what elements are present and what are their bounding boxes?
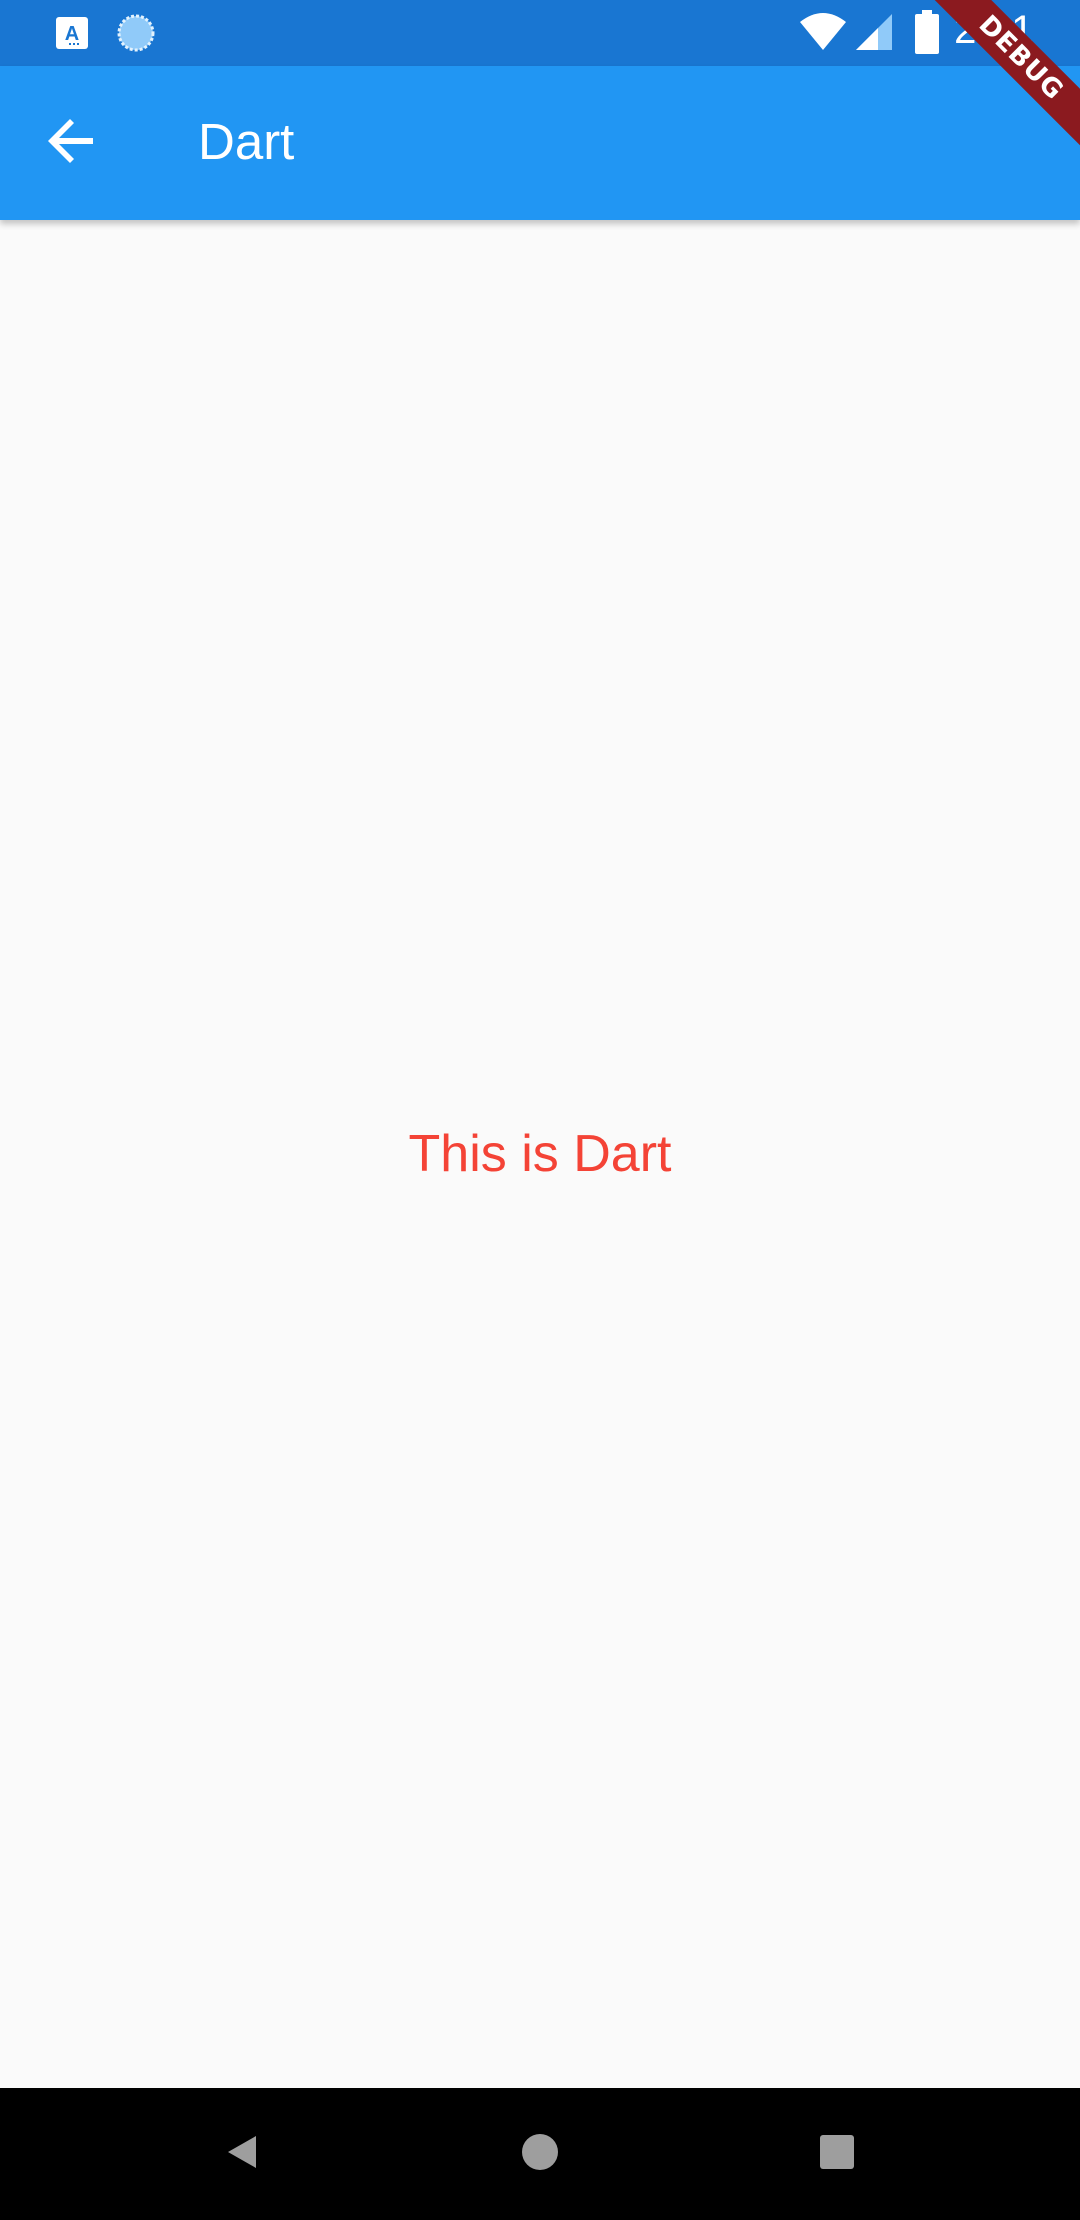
battery-icon xyxy=(914,10,940,59)
recents-square-icon xyxy=(817,2132,857,2177)
cellular-signal-icon xyxy=(854,12,894,57)
navigation-bar xyxy=(0,2088,1080,2220)
status-bar: A 2:21 xyxy=(0,0,1080,66)
nav-home-button[interactable] xyxy=(500,2114,580,2194)
home-circle-icon xyxy=(520,2132,560,2177)
back-triangle-icon xyxy=(222,2132,262,2177)
svg-text:A: A xyxy=(65,23,79,45)
status-time: 2:21 xyxy=(954,8,1034,52)
back-button[interactable] xyxy=(28,99,116,187)
nav-recents-button[interactable] xyxy=(797,2114,877,2194)
arrow-back-icon xyxy=(47,116,97,171)
notification-app-icon: A xyxy=(55,16,89,55)
page-title: Dart xyxy=(198,113,295,170)
nav-back-button[interactable] xyxy=(202,2114,282,2194)
sync-icon xyxy=(116,13,156,58)
body-text: This is Dart xyxy=(408,1125,672,1183)
wifi-icon xyxy=(798,12,848,57)
app-bar: Dart xyxy=(0,66,1080,220)
